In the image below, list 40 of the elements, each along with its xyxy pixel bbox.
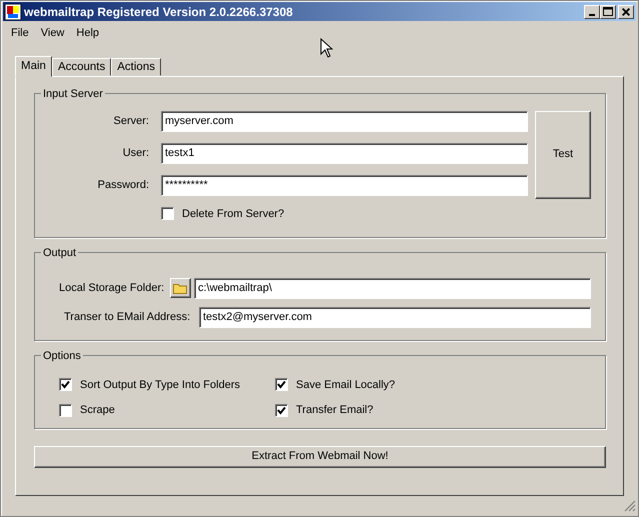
checkbox-label: Scrape — [80, 403, 115, 418]
extract-button[interactable]: Extract From Webmail Now! — [34, 446, 606, 468]
maximize-button[interactable] — [600, 4, 616, 18]
field-label: Server: — [112, 114, 149, 129]
input-field[interactable]: myserver.com — [161, 110, 528, 132]
field-label: Transer to EMail Address: — [64, 310, 192, 325]
checkbox-label: Delete From Server? — [182, 206, 284, 222]
field-label: Local Storage Folder: — [59, 280, 166, 296]
checkbox[interactable] — [59, 404, 72, 417]
close-icon — [622, 8, 630, 16]
folder-icon — [173, 282, 188, 294]
checkbox[interactable] — [275, 378, 288, 392]
input-field[interactable]: c:\webmailtrap\ — [194, 278, 591, 298]
folder-button[interactable] — [170, 278, 191, 298]
checkbox[interactable] — [161, 207, 174, 220]
tab[interactable]: Actions — [111, 58, 161, 76]
close-button[interactable] — [618, 4, 634, 18]
checkbox-label: Save Email Locally? — [296, 378, 396, 392]
test-button[interactable]: Test — [535, 110, 591, 198]
cursor-icon — [320, 38, 333, 58]
checkbox-label: Sort Output By Type Into Folders — [80, 378, 240, 392]
minimize-icon — [589, 14, 595, 16]
menu-item[interactable]: View — [34, 24, 70, 42]
checkbox-label: Transfer Email? — [296, 403, 374, 418]
checkbox[interactable] — [59, 378, 72, 392]
window-title: webmailtrap Registered Version 2.0.2266.37308 — [24, 4, 293, 20]
menu-item[interactable]: Help — [70, 24, 106, 42]
tab[interactable]: Accounts — [52, 58, 112, 76]
input-field[interactable]: testx1 — [161, 142, 528, 164]
field-label: Password: — [96, 178, 149, 193]
resize-grip[interactable] — [624, 498, 636, 514]
minimize-button[interactable] — [584, 4, 600, 18]
menu-item[interactable]: File — [5, 24, 35, 42]
app-icon — [5, 4, 21, 20]
input-field[interactable]: testx2@myserver.com — [199, 306, 591, 328]
field-label: User: — [122, 146, 149, 161]
input-field[interactable]: ********** — [161, 174, 528, 196]
tab[interactable]: Main — [15, 56, 52, 76]
checkbox[interactable] — [275, 404, 288, 417]
maximize-icon — [603, 7, 613, 16]
